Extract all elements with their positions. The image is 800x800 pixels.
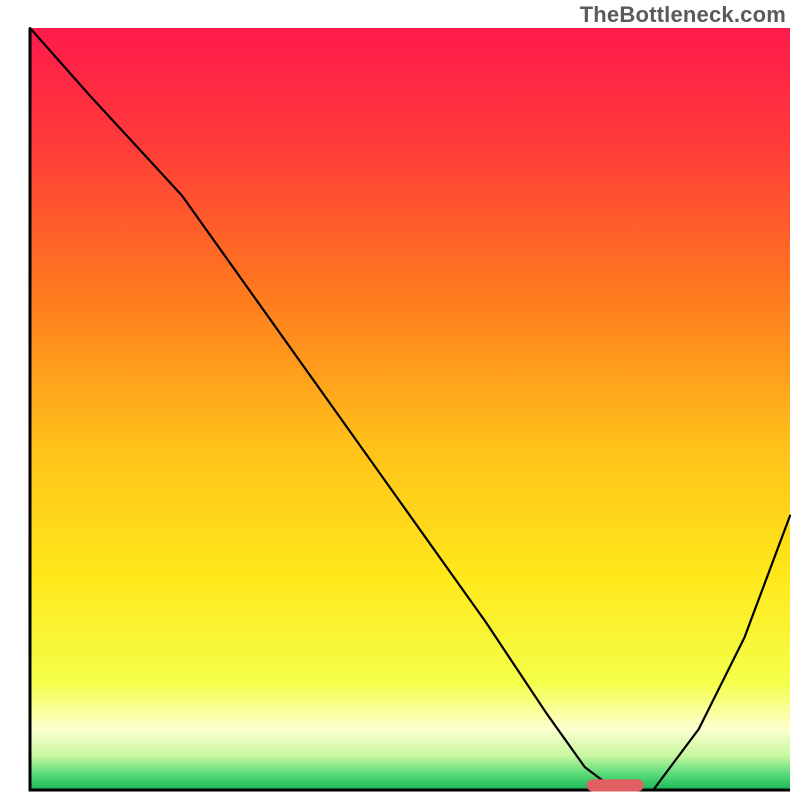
bottleneck-chart (0, 0, 800, 800)
watermark-label: TheBottleneck.com (580, 2, 786, 28)
chart-background (30, 28, 790, 790)
optimal-range-marker (587, 779, 644, 791)
chart-container: TheBottleneck.com (0, 0, 800, 800)
